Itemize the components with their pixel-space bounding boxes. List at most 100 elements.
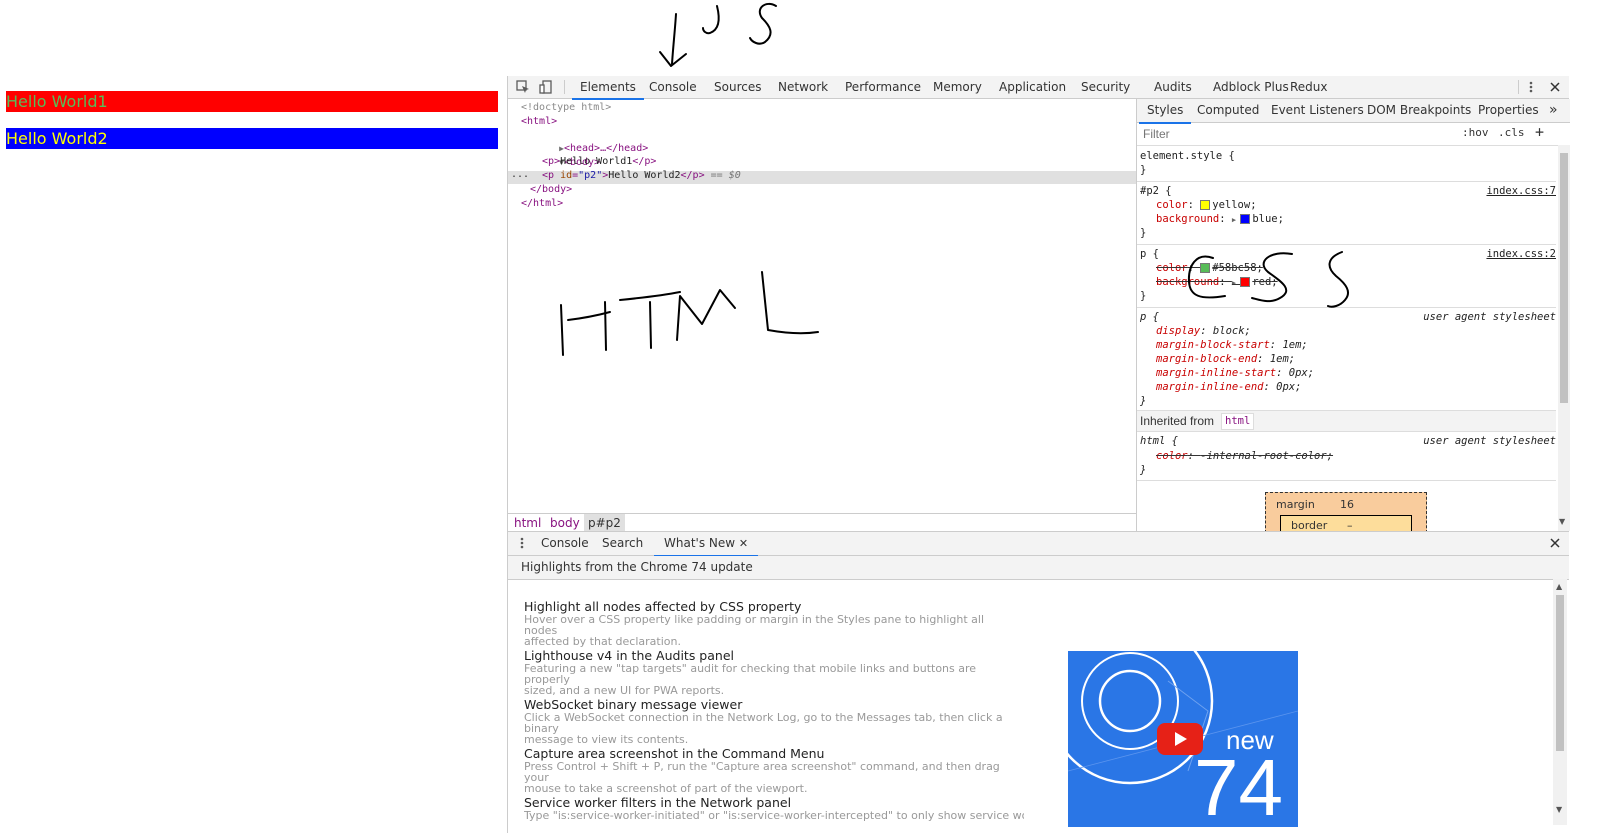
- tab-adblock-plus[interactable]: Adblock Plus: [1213, 76, 1289, 98]
- p2-background-declaration[interactable]: background: ▶ blue;: [1156, 212, 1284, 227]
- breadcrumb-html[interactable]: html: [514, 514, 541, 532]
- hov-toggle-button[interactable]: :hov: [1462, 126, 1489, 139]
- rule-close-brace: }: [1140, 164, 1147, 176]
- drawer-tab-whats-new[interactable]: What's New ✕: [654, 532, 759, 557]
- p2-node-selected[interactable]: <p id="p2">Hello World2</p> == $0: [542, 169, 741, 183]
- drawer-menu-icon[interactable]: [515, 536, 529, 550]
- p-background-declaration-overridden[interactable]: background: ▶ red;: [1156, 275, 1278, 290]
- news-item[interactable]: Capture area screenshot in the Command M…: [524, 746, 1004, 795]
- p-color-declaration-overridden[interactable]: color: #58bc58;: [1156, 261, 1263, 275]
- tab-audits[interactable]: Audits: [1154, 76, 1192, 98]
- p2-open-tag: <p: [542, 170, 561, 181]
- news-item[interactable]: WebSocket binary message viewer Click a …: [524, 697, 1004, 746]
- p1-node[interactable]: <p>Hello World1</p>: [542, 155, 656, 169]
- inspect-icon[interactable]: [516, 80, 530, 94]
- drawer-tab-search[interactable]: Search: [602, 532, 643, 555]
- scrollbar-thumb[interactable]: [1556, 595, 1564, 751]
- tab-memory[interactable]: Memory: [933, 76, 982, 98]
- color-swatch-icon[interactable]: [1200, 263, 1211, 273]
- news-item[interactable]: Lighthouse v4 in the Audits panel Featur…: [524, 648, 1004, 697]
- device-toolbar-icon[interactable]: [539, 80, 553, 94]
- news-title: WebSocket binary message viewer: [524, 697, 743, 712]
- tab-security[interactable]: Security: [1081, 76, 1130, 98]
- p2-rule-source-link[interactable]: index.css:7: [1486, 184, 1556, 198]
- tab-computed[interactable]: Computed: [1197, 99, 1259, 122]
- styles-scrollbar[interactable]: ▼: [1558, 145, 1570, 531]
- prop-name: background: [1156, 276, 1220, 288]
- ua-declaration: margin-inline-start: 0px;: [1156, 367, 1315, 379]
- news-desc: mouse to take a screenshot of part of th…: [524, 782, 808, 795]
- ua-declaration: margin-block-start: 1em;: [1156, 339, 1308, 351]
- news-item[interactable]: Highlight all nodes affected by CSS prop…: [524, 599, 1004, 648]
- close-tab-icon[interactable]: ✕: [739, 537, 748, 550]
- new-style-rule-button[interactable]: +: [1535, 123, 1544, 141]
- close-icon[interactable]: [1548, 80, 1562, 94]
- html-open-node[interactable]: <html>: [521, 115, 557, 129]
- prop-value: yellow: [1212, 199, 1251, 211]
- color-swatch-icon[interactable]: [1240, 277, 1251, 287]
- element-style-rule[interactable]: element.style { }: [1137, 146, 1556, 182]
- inherited-from-header: Inherited from html: [1137, 411, 1556, 432]
- p-style-rule[interactable]: p { index.css:2 color: #58bc58; backgrou…: [1137, 245, 1556, 308]
- video-version-label: 74: [1194, 743, 1283, 827]
- inherited-from-node-link[interactable]: html: [1221, 413, 1255, 430]
- rule-close-brace: }: [1140, 227, 1147, 239]
- breadcrumb-body[interactable]: body: [550, 514, 580, 532]
- margin-label: margin: [1276, 498, 1315, 511]
- expand-shorthand-icon[interactable]: ▶: [1232, 216, 1240, 224]
- tab-dom-breakpoints[interactable]: DOM Breakpoints: [1367, 99, 1471, 122]
- p1-close-tag: </p>: [632, 156, 657, 167]
- p2-color-declaration[interactable]: color: yellow;: [1156, 198, 1257, 212]
- ua-declaration: margin-block-end: 1em;: [1156, 353, 1296, 365]
- drawer-scrollbar[interactable]: ▲ ▼: [1553, 579, 1567, 825]
- p2-style-rule[interactable]: #p2 { index.css:7 color: yellow; backgro…: [1137, 182, 1556, 245]
- tab-performance[interactable]: Performance: [845, 76, 921, 98]
- tab-styles[interactable]: Styles: [1139, 99, 1192, 124]
- expand-shorthand-icon[interactable]: ▶: [1232, 279, 1240, 287]
- news-desc: affected by that declaration.: [524, 635, 681, 648]
- tab-sources[interactable]: Sources: [714, 76, 761, 98]
- tab-console[interactable]: Console: [649, 76, 697, 98]
- color-swatch-icon[interactable]: [1200, 200, 1211, 210]
- highlights-header: Highlights from the Chrome 74 update: [508, 556, 1569, 580]
- elements-tree[interactable]: <!doctype html> <html> ▶<head>…</head> ▼…: [508, 99, 1136, 512]
- tab-network[interactable]: Network: [778, 76, 828, 98]
- prop-name: color: [1156, 199, 1188, 211]
- ua-declaration: margin-inline-end: 0px;: [1156, 381, 1302, 393]
- ua-p-style-rule[interactable]: p { user agent stylesheet display: block…: [1137, 308, 1556, 411]
- styles-filter-bar: :hov .cls +: [1137, 123, 1570, 146]
- scroll-up-arrow-icon[interactable]: ▲: [1556, 582, 1562, 591]
- doctype-node[interactable]: <!doctype html>: [521, 101, 611, 115]
- more-options-icon[interactable]: [1524, 80, 1538, 94]
- scroll-down-arrow-icon[interactable]: ▼: [1556, 805, 1562, 814]
- breadcrumb-p-p2[interactable]: p#p2: [584, 514, 625, 532]
- news-item[interactable]: Service worker filters in the Network pa…: [524, 795, 1024, 834]
- tab-elements[interactable]: Elements: [572, 76, 644, 100]
- cls-toggle-button[interactable]: .cls: [1498, 126, 1525, 139]
- tab-application[interactable]: Application: [999, 76, 1066, 98]
- margin-value[interactable]: 16: [1340, 498, 1354, 511]
- body-close-node[interactable]: </body>: [530, 183, 572, 197]
- drawer-tab-console[interactable]: Console: [541, 532, 589, 555]
- html-close-node[interactable]: </html>: [521, 197, 563, 211]
- color-swatch-icon[interactable]: [1240, 214, 1251, 224]
- chrome-74-video-thumbnail[interactable]: new 74: [1068, 651, 1298, 827]
- p-rule-source-link[interactable]: index.css:2: [1486, 247, 1556, 261]
- scrollbar-thumb[interactable]: [1560, 153, 1568, 403]
- arrow-shaft: [671, 13, 677, 65]
- styles-pane: Styles Computed Event Listeners DOM Brea…: [1136, 99, 1570, 533]
- node-ellipsis[interactable]: ...: [511, 168, 529, 182]
- ua-html-style-rule[interactable]: html { user agent stylesheet color: -int…: [1137, 432, 1556, 481]
- ua-stylesheet-label: user agent stylesheet: [1423, 435, 1556, 447]
- tab-event-listeners[interactable]: Event Listeners: [1271, 99, 1364, 122]
- tab-redux[interactable]: Redux: [1290, 76, 1328, 98]
- scroll-down-arrow-icon[interactable]: ▼: [1559, 517, 1565, 526]
- more-tabs-icon[interactable]: »: [1549, 99, 1558, 122]
- p2-selector: #p2 {: [1140, 185, 1172, 197]
- tab-properties[interactable]: Properties: [1478, 99, 1539, 122]
- prop-name: background: [1156, 213, 1220, 225]
- news-desc: Type "is:service-worker-initiated" or "i…: [524, 809, 1024, 822]
- close-drawer-icon[interactable]: [1548, 536, 1562, 550]
- styles-filter-input[interactable]: [1139, 125, 1457, 142]
- box-model-margin[interactable]: margin 16 border –: [1265, 492, 1427, 533]
